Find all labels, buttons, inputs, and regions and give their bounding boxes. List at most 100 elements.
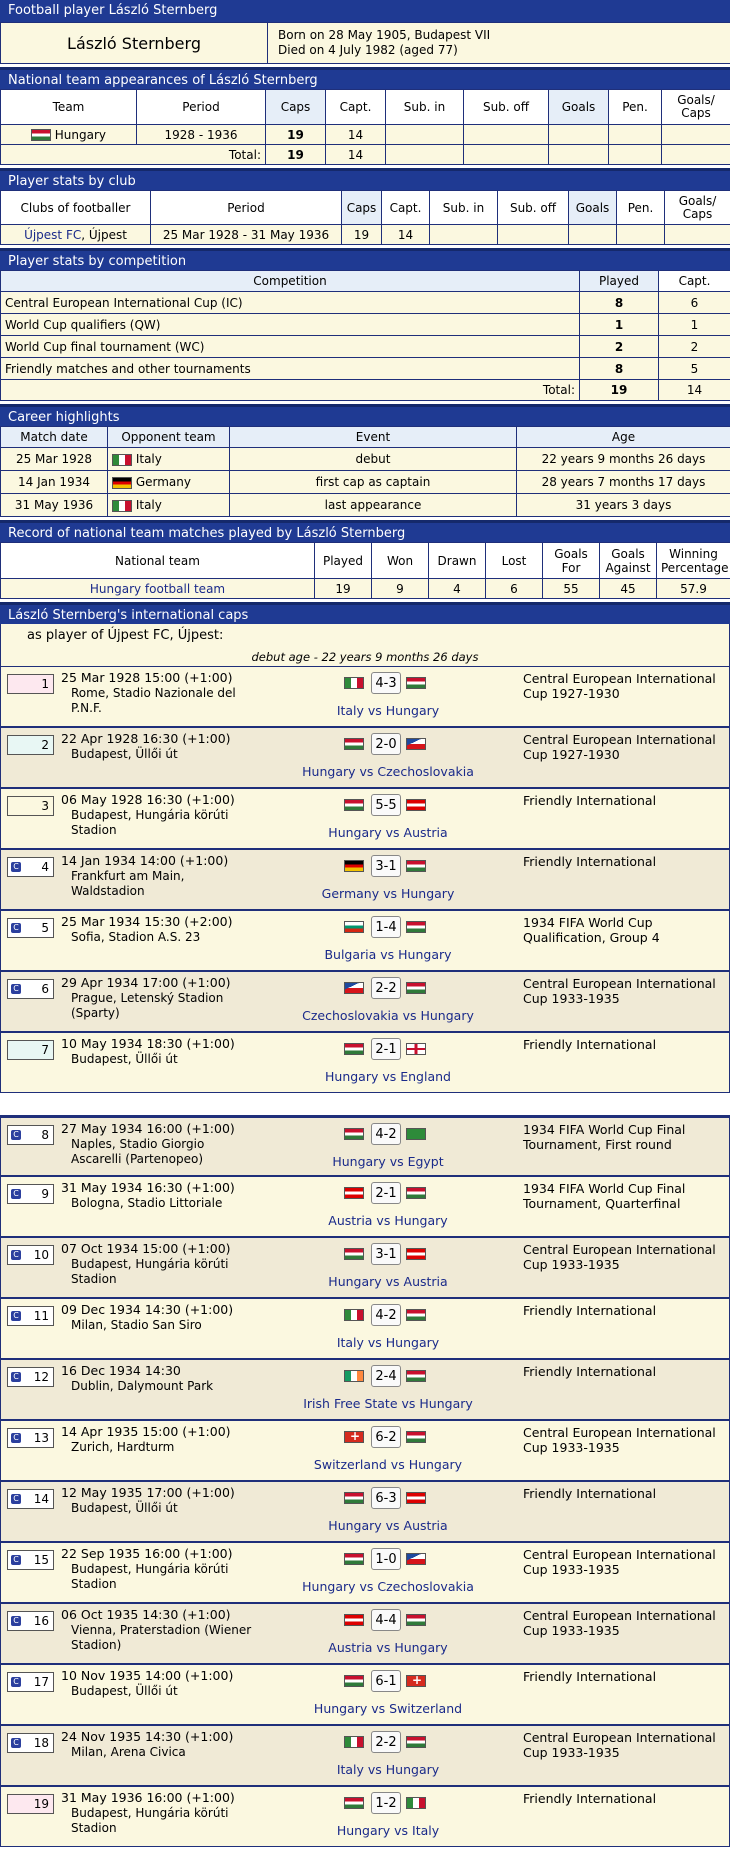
- col-opponent: Opponent team: [107, 426, 230, 448]
- match-teams[interactable]: Bulgaria vs Hungary: [263, 947, 513, 962]
- match-teams[interactable]: Czechoslovakia vs Hungary: [263, 1008, 513, 1023]
- match-number[interactable]: 7: [7, 1040, 54, 1060]
- match-number[interactable]: C 12: [7, 1367, 54, 1387]
- col-period: Period: [150, 190, 342, 225]
- match-score[interactable]: 2-2: [371, 977, 401, 999]
- match-number[interactable]: C 15: [7, 1550, 54, 1570]
- hun-flag-icon: [344, 1797, 364, 1809]
- match-date: 10 May 1934 18:30 (+1:00): [61, 1036, 235, 1051]
- match-number[interactable]: 19: [7, 1794, 54, 1814]
- match-score[interactable]: 6-1: [371, 1670, 401, 1692]
- national-team-link[interactable]: Hungary football team: [0, 578, 315, 599]
- col-winning-pct: Winning Percentage: [656, 542, 730, 579]
- col-capt: Capt.: [658, 270, 730, 292]
- match-score[interactable]: 4-2: [371, 1304, 401, 1326]
- match-number[interactable]: C 16: [7, 1611, 54, 1631]
- competition-capt: 2: [658, 335, 730, 358]
- match-teams[interactable]: Hungary vs Austria: [263, 1518, 513, 1533]
- col-goals-against: Goals Against: [599, 542, 657, 579]
- match-number[interactable]: C8: [7, 1125, 54, 1145]
- hun-flag-icon: [406, 860, 426, 872]
- col-sub-off: Sub. off: [463, 89, 549, 125]
- as-player-label: as player of Újpest FC, Újpest:: [0, 624, 730, 648]
- match-teams[interactable]: Hungary vs Austria: [263, 825, 513, 840]
- match-number[interactable]: C5: [7, 918, 54, 938]
- club-table: Clubs of footballer Period Caps Capt. Su…: [0, 190, 730, 245]
- col-match-date: Match date: [0, 426, 108, 448]
- match-teams[interactable]: Hungary vs Egypt: [263, 1154, 513, 1169]
- match-teams[interactable]: Irish Free State vs Hungary: [263, 1396, 513, 1411]
- match-teams[interactable]: Austria vs Hungary: [263, 1213, 513, 1228]
- match-score[interactable]: 2-0: [371, 733, 401, 755]
- match-score[interactable]: 1-4: [371, 916, 401, 938]
- match-teams[interactable]: Switzerland vs Hungary: [263, 1457, 513, 1472]
- match-score[interactable]: 6-3: [371, 1487, 401, 1509]
- match-number[interactable]: C 17: [7, 1672, 54, 1692]
- match-score[interactable]: 2-2: [371, 1731, 401, 1753]
- match-score[interactable]: 4-2: [371, 1123, 401, 1145]
- match-score[interactable]: 4-4: [371, 1609, 401, 1631]
- match-number[interactable]: C4: [7, 857, 54, 877]
- match-number[interactable]: 1: [7, 674, 54, 694]
- hun-flag-icon: [406, 1614, 426, 1626]
- captain-icon: C: [11, 1130, 21, 1140]
- caps-title-bar: László Sternberg's international caps: [0, 602, 730, 624]
- ita-flag-icon: [406, 1797, 426, 1809]
- match-teams[interactable]: Hungary vs Italy: [263, 1823, 513, 1838]
- match-date: 07 Oct 1934 15:00 (+1:00): [61, 1241, 231, 1256]
- match-teams[interactable]: Austria vs Hungary: [263, 1640, 513, 1655]
- match-teams[interactable]: Hungary vs Austria: [263, 1274, 513, 1289]
- aut-flag-icon: [344, 1187, 364, 1199]
- match-competition: Central European International Cup 1927-…: [523, 671, 716, 701]
- match-score[interactable]: 2-1: [371, 1182, 401, 1204]
- match-number[interactable]: C 13: [7, 1428, 54, 1448]
- captain-icon: C: [11, 984, 21, 994]
- match-score[interactable]: 3-1: [371, 1243, 401, 1265]
- match-number[interactable]: 2: [7, 735, 54, 755]
- match-teams[interactable]: Hungary vs Switzerland: [263, 1701, 513, 1716]
- match-number[interactable]: C 11: [7, 1306, 54, 1326]
- match-score[interactable]: 3-1: [371, 855, 401, 877]
- captain-icon: C: [11, 1555, 21, 1565]
- captain-icon: C: [11, 1738, 21, 1748]
- col-sub-in: Sub. in: [385, 89, 464, 125]
- match-number[interactable]: C 14: [7, 1489, 54, 1509]
- match-score[interactable]: 2-1: [371, 1038, 401, 1060]
- match-competition: Friendly International: [523, 1037, 657, 1052]
- match-number[interactable]: C6: [7, 979, 54, 999]
- match-venue: Bologna, Stadio Littoriale: [71, 1196, 223, 1210]
- match-teams[interactable]: Italy vs Hungary: [263, 1335, 513, 1350]
- match-teams[interactable]: Italy vs Hungary: [263, 703, 513, 718]
- captain-icon: C: [11, 1677, 21, 1687]
- match-teams[interactable]: Hungary vs Czechoslovakia: [263, 1579, 513, 1594]
- match-number[interactable]: 3: [7, 796, 54, 816]
- match-score[interactable]: 4-3: [371, 672, 401, 694]
- match-row: C 18 24 Nov 1935 14:30 (+1:00) Milan, Arena…: [0, 1725, 730, 1786]
- born-text: Born on 28 May 1905, Budapest VII: [278, 28, 491, 42]
- col-lost: Lost: [485, 542, 543, 579]
- match-teams[interactable]: Hungary vs England: [263, 1069, 513, 1084]
- match-score[interactable]: 5-5: [371, 794, 401, 816]
- match-venue: Budapest, Hungária körúti Stadion: [71, 1806, 229, 1835]
- match-teams[interactable]: Hungary vs Czechoslovakia: [263, 764, 513, 779]
- match-teams[interactable]: Germany vs Hungary: [263, 886, 513, 901]
- aut-flag-icon: [406, 1248, 426, 1260]
- caps-list: debut age - 22 years 9 months 26 days 12…: [0, 648, 730, 1847]
- match-score[interactable]: 2-4: [371, 1365, 401, 1387]
- aut-flag-icon: [406, 799, 426, 811]
- club-link[interactable]: Újpest FC: [24, 228, 81, 242]
- col-competition: Competition: [0, 270, 580, 292]
- hun-flag-icon: [406, 921, 426, 933]
- match-date: 24 Nov 1935 14:30 (+1:00): [61, 1729, 234, 1744]
- match-score[interactable]: 6-2: [371, 1426, 401, 1448]
- match-number[interactable]: C 10: [7, 1245, 54, 1265]
- match-score[interactable]: 1-0: [371, 1548, 401, 1570]
- match-score[interactable]: 1-2: [371, 1792, 401, 1814]
- match-number[interactable]: C9: [7, 1184, 54, 1204]
- competition-capt: 1: [658, 313, 730, 336]
- match-competition: 1934 FIFA World Cup Final Tournament, Qu…: [523, 1181, 686, 1211]
- eng-flag-icon: [406, 1043, 426, 1055]
- match-number[interactable]: C 18: [7, 1733, 54, 1753]
- col-club: Clubs of footballer: [0, 190, 151, 225]
- match-teams[interactable]: Italy vs Hungary: [263, 1762, 513, 1777]
